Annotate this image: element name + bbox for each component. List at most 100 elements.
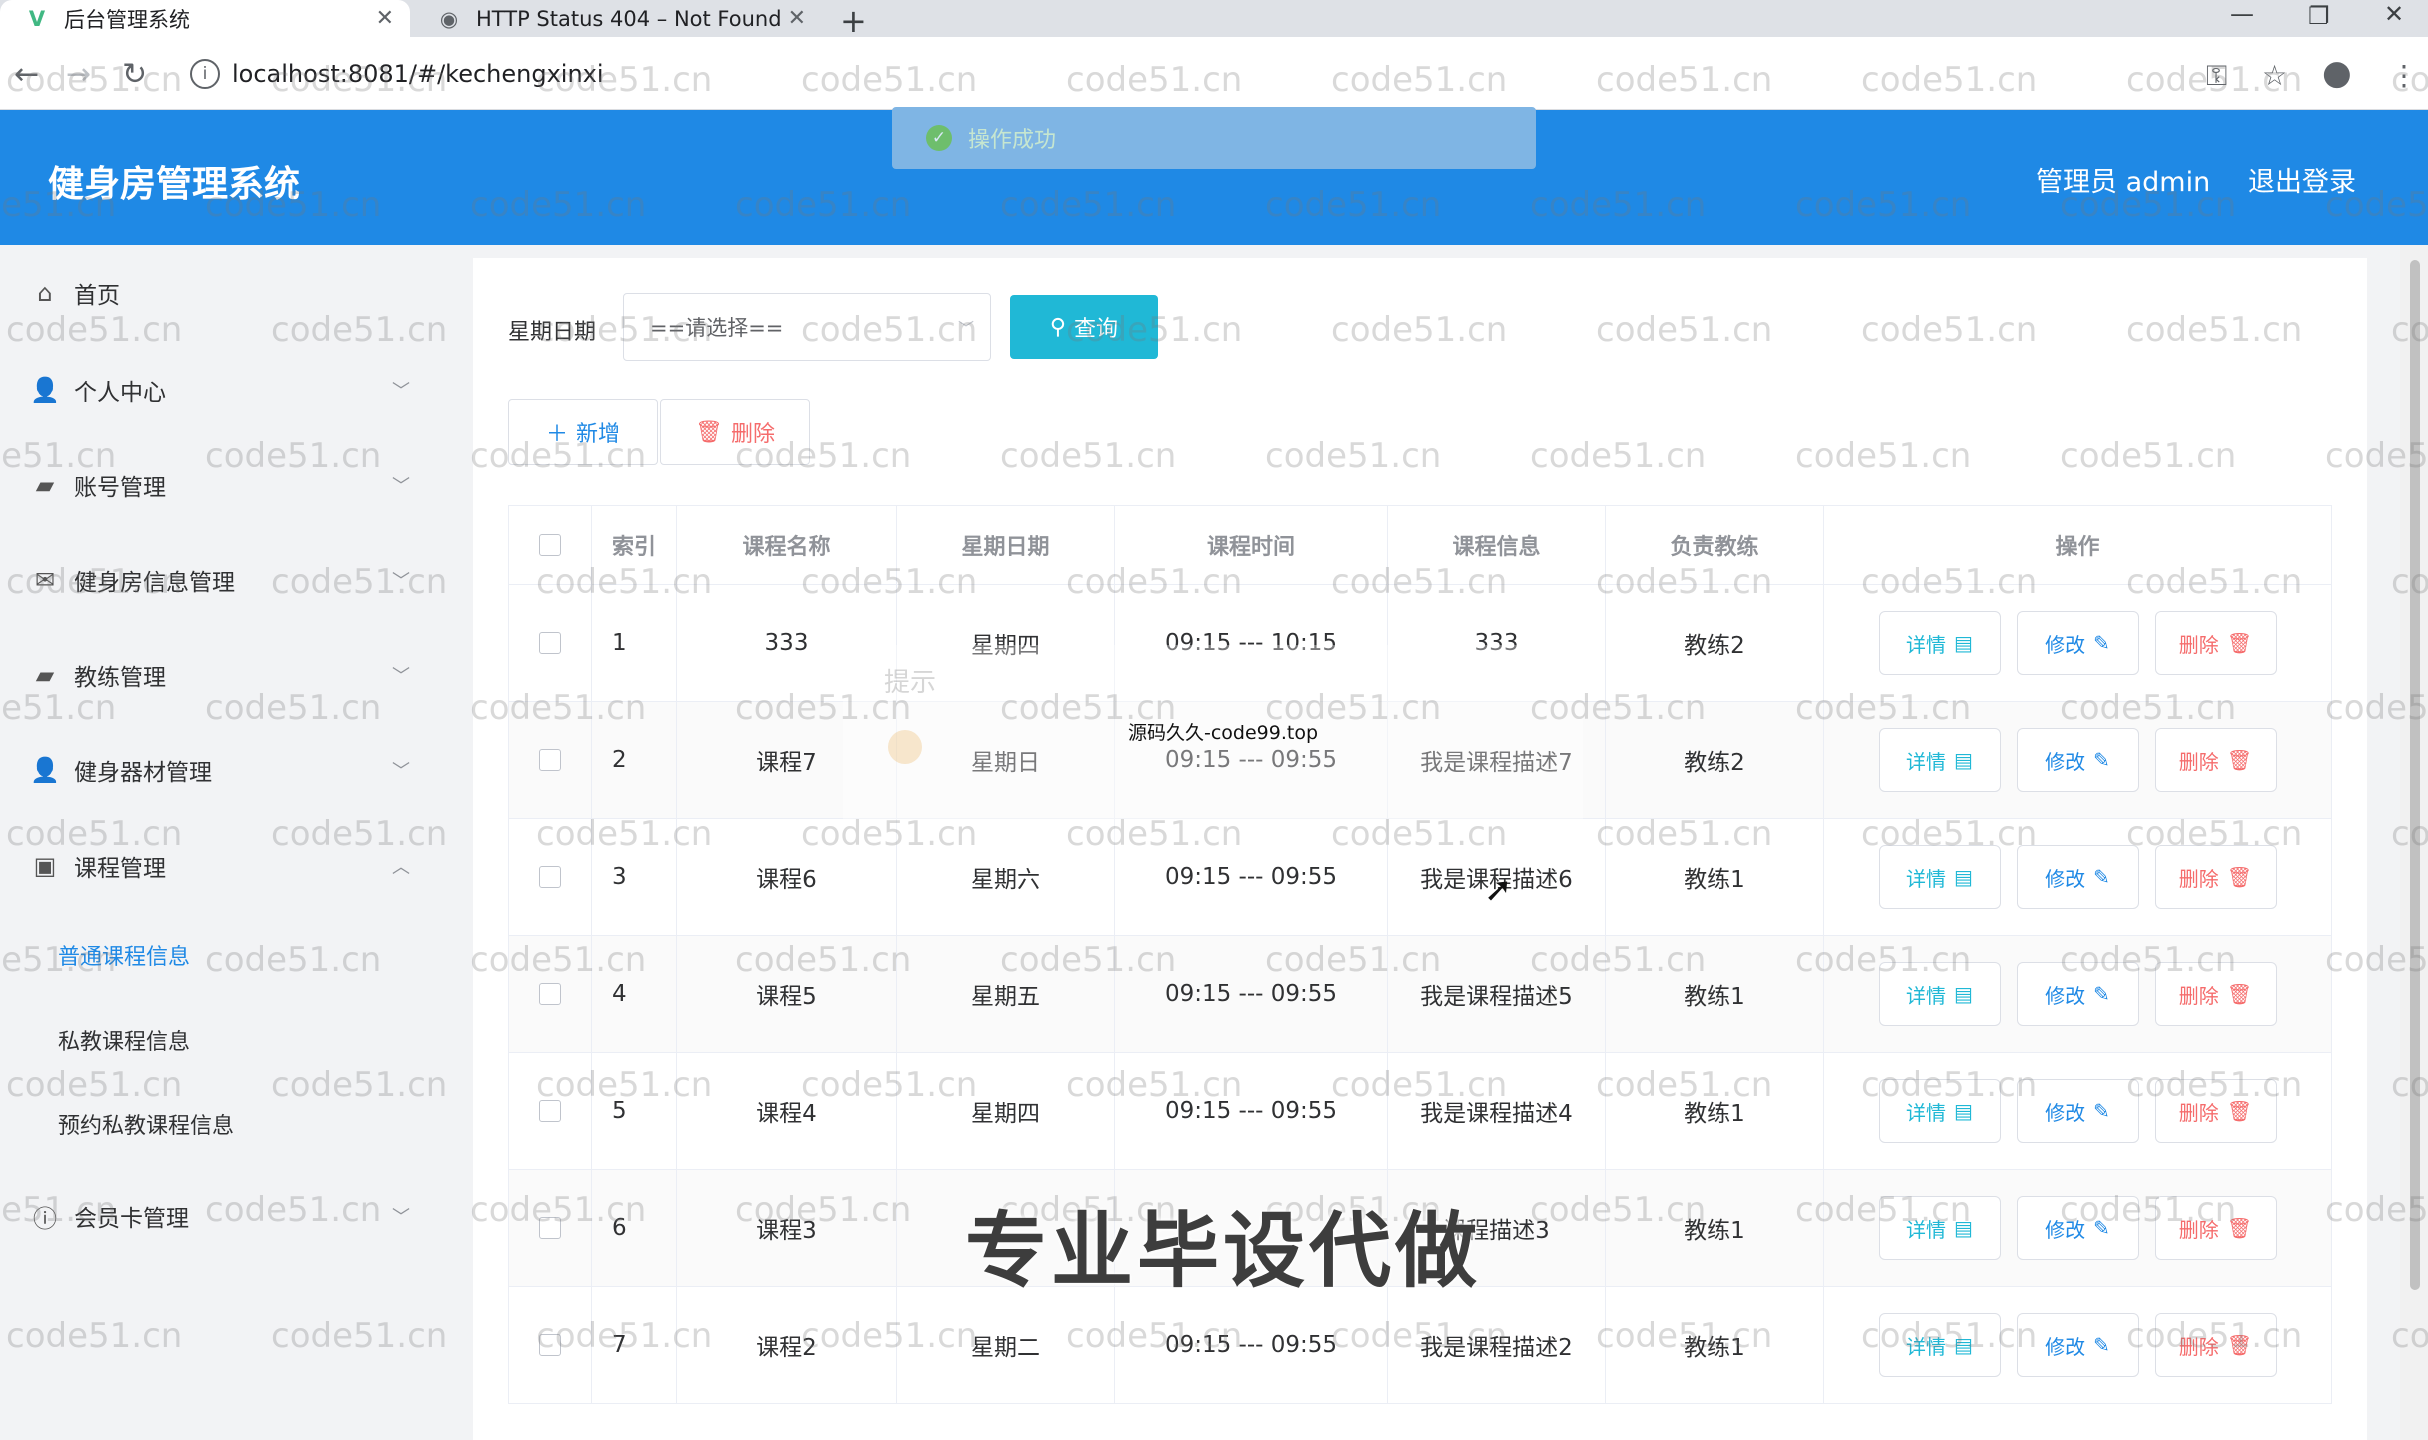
menu-dots-icon[interactable]: ⋮ [2390, 59, 2418, 92]
cell-weekday: 星期二 [897, 1287, 1115, 1403]
trash-icon: 🗑 [2226, 1333, 2253, 1357]
table-row: 2 课程7 星期日 09:15 --- 09:55 我是课程描述7 教练2 详情 ▤ 修改 ✎ 删除… [508, 702, 2332, 819]
detail-button[interactable]: 详情 ▤ [1878, 1079, 2001, 1143]
delete-button[interactable]: 删除 🗑 [2154, 728, 2277, 792]
scrollbar-thumb[interactable] [2410, 260, 2420, 1290]
back-icon[interactable]: ← [14, 57, 39, 92]
sidebar-item-gym-info[interactable]: ✉ 健身房信息管理 ﹀ [30, 560, 410, 600]
detail-label: 详情 [1906, 1334, 1947, 1359]
edit-button[interactable]: 修改 ✎ [2016, 611, 2139, 675]
delete-button[interactable]: 删除 🗑 [2154, 1313, 2277, 1377]
cell-weekday: 星期日 [897, 702, 1115, 818]
delete-button[interactable]: 删除 🗑 [2154, 1079, 2277, 1143]
cell-course-info: 我是课程描述7 [1388, 702, 1606, 818]
sidebar-item-label: 教练管理 [74, 665, 166, 691]
row-checkbox[interactable] [539, 749, 561, 771]
cell-course-info: 我是课程描述4 [1388, 1053, 1606, 1169]
row-checkbox[interactable] [539, 1334, 561, 1356]
logout-button[interactable]: 退出登录 [2248, 160, 2356, 199]
row-checkbox[interactable] [539, 1217, 561, 1239]
edit-button[interactable]: 修改 ✎ [2016, 1313, 2139, 1377]
row-checkbox[interactable] [539, 1100, 561, 1122]
cell-course-time: 09:15 --- 10:15 [1115, 585, 1388, 701]
close-icon[interactable]: ✕ [788, 6, 806, 31]
query-button[interactable]: ⚲ 查询 [1010, 295, 1158, 359]
add-button[interactable]: ＋ 新增 [508, 399, 658, 465]
browser-tab-active[interactable]: V 后台管理系统 ✕ [0, 0, 410, 37]
cell-index: 7 [592, 1287, 677, 1403]
cell-course-name: 333 [677, 585, 897, 701]
cell-course-name: 课程5 [677, 936, 897, 1052]
document-icon: ▤ [1954, 748, 1973, 772]
detail-label: 详情 [1906, 983, 1947, 1008]
edit-button[interactable]: 修改 ✎ [2016, 1196, 2139, 1260]
cell-course-name: 课程6 [677, 819, 897, 935]
detail-button[interactable]: 详情 ▤ [1878, 1313, 2001, 1377]
delete-button[interactable]: 删除 🗑 [2154, 611, 2277, 675]
clipboard-icon: ▣ [33, 852, 57, 880]
forward-icon[interactable]: → [66, 57, 91, 92]
sidebar-item-equipment[interactable]: 👤 健身器材管理 ﹀ [30, 750, 410, 790]
trash-icon: 🗑 [2226, 865, 2253, 889]
success-toast: ✓ 操作成功 [892, 107, 1536, 169]
detail-button[interactable]: 详情 ▤ [1878, 1196, 2001, 1260]
key-icon[interactable]: ⚿ [2206, 59, 2227, 93]
detail-button[interactable]: 详情 ▤ [1878, 728, 2001, 792]
cell-course-name: 课程2 [677, 1287, 897, 1403]
detail-button[interactable]: 详情 ▤ [1878, 962, 2001, 1026]
cell-index: 2 [592, 702, 677, 818]
url-field[interactable]: i localhost:8081/#/kechengxinxi [178, 51, 2178, 97]
cell-course-name: 课程3 [677, 1170, 897, 1286]
table-row: 3 课程6 星期六 09:15 --- 09:55 我是课程描述6 教练1 详情 ▤ 修改 ✎ 删除… [508, 819, 2332, 936]
trash-icon: 🗑 [2226, 631, 2253, 655]
star-icon[interactable]: ☆ [2262, 59, 2287, 92]
minimize-icon[interactable]: — [2230, 0, 2254, 28]
row-checkbox[interactable] [539, 632, 561, 654]
edit-button[interactable]: 修改 ✎ [2016, 962, 2139, 1026]
edit-label: 修改 [2045, 749, 2086, 774]
restore-icon[interactable]: ❐ [2308, 2, 2330, 30]
delete-button[interactable]: 删除 🗑 [2154, 1196, 2277, 1260]
delete-button[interactable]: 删除 🗑 [2154, 962, 2277, 1026]
batch-delete-button[interactable]: 🗑 删除 [660, 399, 810, 465]
sidebar-subitem-private-courses[interactable]: 私教课程信息 [58, 1024, 190, 1056]
sidebar-item-coaches[interactable]: ▰ 教练管理 ﹀ [30, 655, 410, 695]
row-checkbox[interactable] [539, 983, 561, 1005]
cell-coach: 教练2 [1606, 585, 1824, 701]
sidebar-item-accounts[interactable]: ▰ 账号管理 ﹀ [30, 465, 410, 505]
select-value: ==请选择== [650, 316, 784, 340]
profile-icon[interactable]: ● [2322, 53, 2352, 93]
sidebar-subitem-private-bookings[interactable]: 预约私教课程信息 [58, 1108, 234, 1140]
cell-course-time: 09:15 --- 09:55 [1115, 936, 1388, 1052]
chevron-up-icon: ︿ [392, 857, 410, 878]
edit-button[interactable]: 修改 ✎ [2016, 845, 2139, 909]
trash-icon: 🗑 [2226, 748, 2253, 772]
weekday-select[interactable]: ==请选择== ﹀ [623, 293, 991, 361]
window-close-icon[interactable]: ✕ [2384, 0, 2404, 28]
site-info-icon[interactable]: i [190, 59, 220, 89]
sidebar-item-home[interactable]: ⌂ 首页 [30, 273, 410, 313]
sidebar-item-profile[interactable]: 👤 个人中心 ﹀ [30, 370, 410, 410]
pencil-icon: ✎ [2093, 1099, 2110, 1123]
browser-tab[interactable]: ◉ HTTP Status 404 – Not Found ✕ [412, 0, 822, 37]
edit-button[interactable]: 修改 ✎ [2016, 1079, 2139, 1143]
new-tab-icon[interactable]: + [840, 2, 867, 40]
edit-button[interactable]: 修改 ✎ [2016, 728, 2139, 792]
user-icon: 👤 [30, 756, 60, 784]
close-icon[interactable]: ✕ [376, 6, 394, 31]
cell-index: 4 [592, 936, 677, 1052]
sidebar-item-courses[interactable]: ▣ 课程管理 ︿ [30, 846, 410, 886]
sidebar-item-label: 会员卡管理 [74, 1206, 189, 1232]
select-all-checkbox[interactable] [539, 534, 561, 556]
chevron-down-icon: ﹀ [392, 381, 410, 402]
row-checkbox[interactable] [539, 866, 561, 888]
detail-button[interactable]: 详情 ▤ [1878, 611, 2001, 675]
sidebar-item-label: 课程管理 [74, 856, 166, 882]
sidebar-subitem-regular-courses[interactable]: 普通课程信息 [58, 939, 190, 971]
detail-label: 详情 [1906, 1100, 1947, 1125]
detail-button[interactable]: 详情 ▤ [1878, 845, 2001, 909]
sidebar-item-membership[interactable]: ⓘ 会员卡管理 ﹀ [30, 1196, 410, 1236]
delete-button[interactable]: 删除 🗑 [2154, 845, 2277, 909]
reload-icon[interactable]: ↻ [122, 57, 147, 92]
cell-actions: 详情 ▤ 修改 ✎ 删除 🗑 [1824, 819, 2332, 935]
